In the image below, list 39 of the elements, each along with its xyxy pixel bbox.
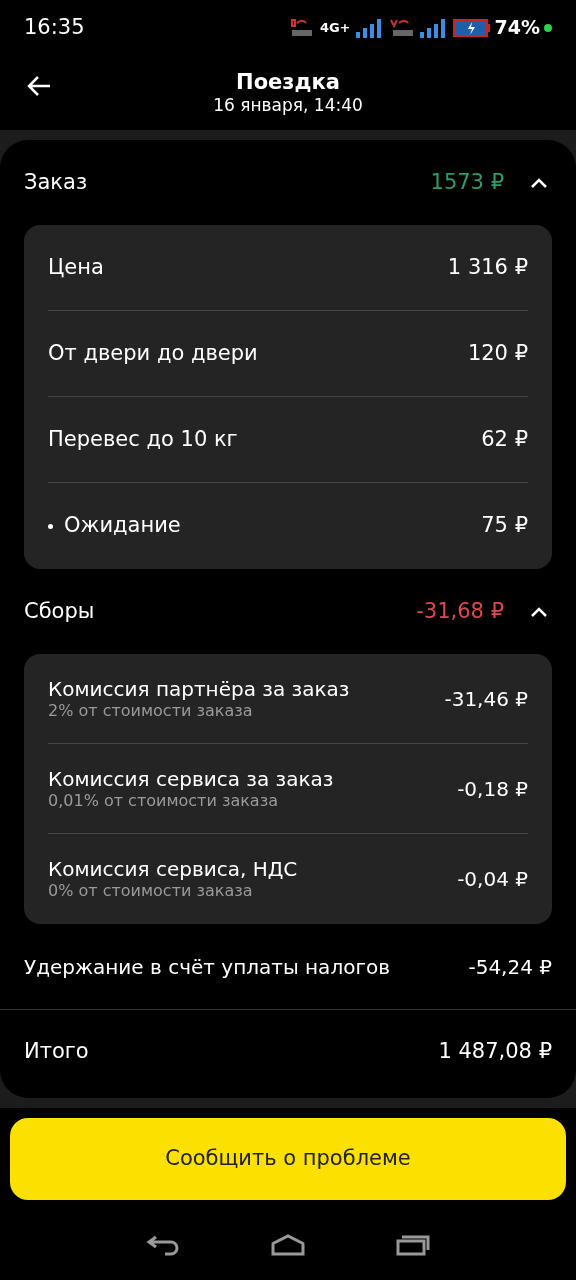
back-arrow-icon <box>26 73 52 98</box>
price-label: Ожидание <box>64 512 181 540</box>
battery-level: 74% <box>494 15 540 41</box>
price-label: От двери до двери <box>48 339 258 367</box>
fee-note: 0% от стоимости заказа <box>48 881 254 901</box>
tax-value: -54,24 ₽ <box>468 953 552 981</box>
chevron-up-icon <box>530 176 548 189</box>
home-nav-icon[interactable] <box>270 1234 306 1256</box>
fee-value: -0,18 ₽ <box>457 775 528 803</box>
price-value: 75 ₽ <box>481 512 528 540</box>
price-value: 120 ₽ <box>467 339 528 367</box>
status-time: 16:35 <box>24 13 85 41</box>
price-label: Перевес до 10 кг <box>48 425 238 453</box>
price-label: Цена <box>48 253 104 281</box>
fee-label: Комиссия сервиса, НДС <box>48 857 298 882</box>
back-nav-icon[interactable] <box>146 1234 180 1256</box>
battery-icon <box>452 17 491 38</box>
fee-note: 2% от стоимости заказа <box>48 700 254 721</box>
fee-value: -0,04 ₽ <box>457 866 528 893</box>
section-amount: 1573 ₽ <box>430 168 504 196</box>
total-label: Итого <box>24 1038 89 1066</box>
chevron-up-icon <box>530 605 548 618</box>
page-subtitle: 16 января, 14:40 <box>213 94 363 116</box>
fee-label: Комиссия сервиса за заказ <box>48 766 334 791</box>
total-value: 1 487,08 ₽ <box>438 1038 552 1066</box>
fee-label: Комиссия партнёра за заказ <box>48 676 350 701</box>
fee-value: -31,46 ₽ <box>444 685 528 713</box>
section-amount: -31,68 ₽ <box>416 597 504 625</box>
section-title: Сборы <box>24 597 95 625</box>
section-title: Заказ <box>24 168 88 196</box>
recent-apps-icon[interactable] <box>396 1234 430 1256</box>
tax-label: Удержание в счёт уплаты налогов <box>24 953 390 981</box>
page-title: Поездка <box>236 69 340 95</box>
fee-note: 0,01% от стоимости заказа <box>48 790 279 811</box>
price-value: 62 ₽ <box>481 425 528 453</box>
network-type: 4G+ <box>319 18 351 37</box>
status-dot-icon <box>544 23 552 32</box>
report-problem-button[interactable]: Сообщить о проблеме <box>10 1118 566 1200</box>
price-value: 1 316 ₽ <box>447 253 528 281</box>
